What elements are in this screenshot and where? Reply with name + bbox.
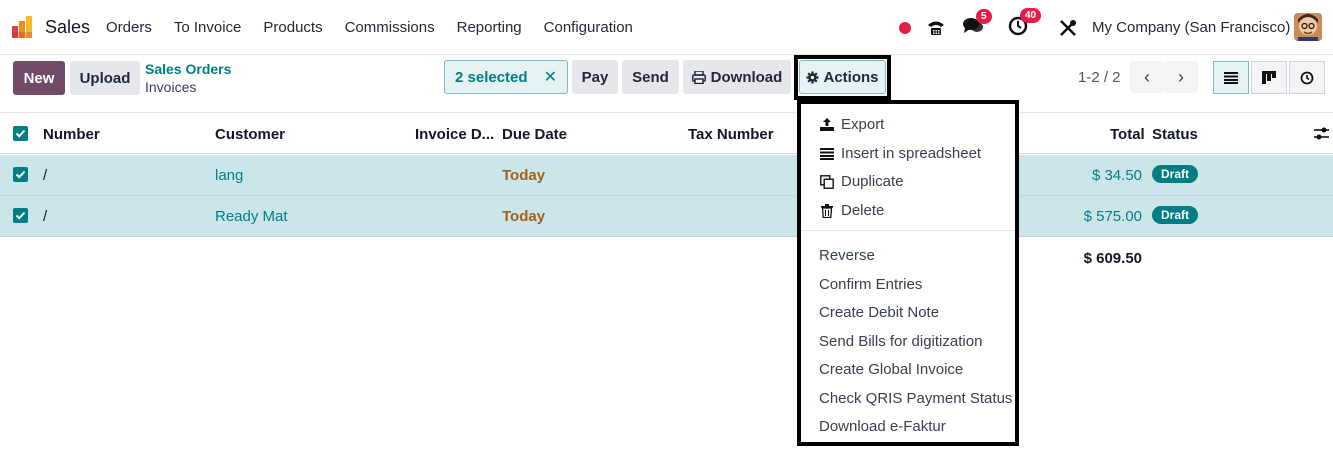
gear-icon xyxy=(806,70,820,84)
activity-badge: 40 xyxy=(1020,7,1042,23)
download-button[interactable]: Download xyxy=(683,60,791,94)
chevron-right-icon[interactable]: › xyxy=(1164,61,1198,93)
table-row[interactable]: / Ready Mat Today $ 575.00 Draft xyxy=(0,196,1333,237)
table-row[interactable]: / lang Today $ 34.50 Draft xyxy=(0,155,1333,196)
col-total[interactable]: Total xyxy=(1110,126,1145,143)
menu-configuration[interactable]: Configuration xyxy=(544,19,633,36)
menu-item-confirm-entries[interactable]: Confirm Entries xyxy=(819,276,922,293)
app-name[interactable]: Sales xyxy=(45,17,90,38)
actions-button[interactable]: Actions xyxy=(799,60,886,94)
cell-customer[interactable]: lang xyxy=(215,167,243,184)
phone-icon[interactable] xyxy=(926,0,946,55)
avatar[interactable] xyxy=(1294,13,1322,41)
status-badge: Draft xyxy=(1152,165,1199,183)
sales-logo-icon[interactable] xyxy=(12,16,36,38)
pager-value[interactable]: 1-2 / 2 xyxy=(1078,69,1121,86)
upload-icon xyxy=(819,118,835,131)
cell-number: / xyxy=(43,208,48,225)
breadcrumb-parent[interactable]: Sales Orders xyxy=(145,61,231,77)
menu-item-reverse[interactable]: Reverse xyxy=(819,247,875,264)
chat-icon[interactable]: 5 xyxy=(962,0,992,55)
activity-clock-icon[interactable]: 40 xyxy=(1008,0,1042,55)
chevron-left-icon[interactable]: ‹ xyxy=(1130,61,1164,93)
main-menu: Orders To Invoice Products Commissions R… xyxy=(106,19,655,36)
menu-item-label: Insert in spreadsheet xyxy=(841,145,982,162)
cell-total: $ 575.00 xyxy=(1083,208,1142,225)
menu-item-insert-spreadsheet[interactable]: Insert in spreadsheet xyxy=(819,145,981,162)
tools-icon[interactable] xyxy=(1059,0,1077,55)
company-switcher[interactable]: My Company (San Francisco) xyxy=(1092,19,1290,36)
copy-icon xyxy=(819,174,835,189)
row-checkbox[interactable] xyxy=(13,167,28,182)
col-tax-number[interactable]: Tax Number xyxy=(688,126,774,143)
table-header: Number Customer Invoice D... Due Date Ta… xyxy=(0,113,1333,154)
column-settings-icon[interactable] xyxy=(1314,127,1329,140)
activity-view-icon[interactable] xyxy=(1289,61,1325,94)
actions-dropdown: Export Insert in spreadsheet Duplicate D… xyxy=(797,100,1019,446)
menu-orders[interactable]: Orders xyxy=(106,19,152,36)
cell-due-date: Today xyxy=(502,208,546,225)
menu-item-label: Duplicate xyxy=(841,173,904,190)
checkbox-checked-icon xyxy=(15,170,26,179)
kanban-view-icon[interactable] xyxy=(1251,61,1287,94)
chat-badge: 5 xyxy=(976,8,992,24)
menu-reporting[interactable]: Reporting xyxy=(457,19,522,36)
menu-to-invoice[interactable]: To Invoice xyxy=(174,19,242,36)
menu-item-send-bills-digitization[interactable]: Send Bills for digitization xyxy=(819,333,982,350)
menu-commissions[interactable]: Commissions xyxy=(345,19,435,36)
printer-icon xyxy=(691,70,706,84)
menu-item-delete[interactable]: Delete xyxy=(819,202,884,219)
record-dot-icon[interactable] xyxy=(899,0,911,55)
menu-item-duplicate[interactable]: Duplicate xyxy=(819,173,904,190)
breadcrumb-current: Invoices xyxy=(145,79,197,95)
menu-item-create-debit-note[interactable]: Create Debit Note xyxy=(819,304,939,321)
checkbox-checked-icon xyxy=(15,129,26,138)
col-invoice-date[interactable]: Invoice D... xyxy=(415,126,494,143)
send-button[interactable]: Send xyxy=(622,60,679,94)
clear-selection-icon[interactable]: ✕ xyxy=(544,67,557,87)
menu-products[interactable]: Products xyxy=(263,19,322,36)
col-customer[interactable]: Customer xyxy=(215,126,285,143)
top-navbar: Sales Orders To Invoice Products Commiss… xyxy=(0,0,1333,55)
list-icon xyxy=(819,147,835,160)
upload-button[interactable]: Upload xyxy=(70,61,140,95)
menu-item-label: Delete xyxy=(841,202,885,219)
menu-divider xyxy=(801,230,1015,231)
selection-indicator[interactable]: 2 selected ✕ xyxy=(444,60,568,94)
menu-item-download-efaktur[interactable]: Download e-Faktur xyxy=(819,418,946,435)
checkbox-checked-icon xyxy=(15,211,26,220)
trash-icon xyxy=(819,203,835,218)
actions-label: Actions xyxy=(823,68,879,86)
col-status[interactable]: Status xyxy=(1152,126,1198,143)
col-due-date[interactable]: Due Date xyxy=(502,126,567,143)
menu-item-create-global-invoice[interactable]: Create Global Invoice xyxy=(819,361,963,378)
download-label: Download xyxy=(710,68,783,86)
new-button[interactable]: New xyxy=(13,61,65,95)
cell-customer[interactable]: Ready Mat xyxy=(215,208,288,225)
selected-count: 2 selected xyxy=(455,68,528,86)
list-view-icon[interactable] xyxy=(1213,61,1249,94)
col-number[interactable]: Number xyxy=(43,126,100,143)
cell-number: / xyxy=(43,167,48,184)
menu-item-export[interactable]: Export xyxy=(819,116,884,133)
menu-item-label: Export xyxy=(841,116,885,133)
cell-due-date: Today xyxy=(502,167,546,184)
cell-total: $ 34.50 xyxy=(1091,167,1142,184)
grand-total: $ 609.50 xyxy=(1083,250,1142,267)
select-all-checkbox[interactable] xyxy=(13,126,28,141)
row-checkbox[interactable] xyxy=(13,208,28,223)
menu-item-check-qris-status[interactable]: Check QRIS Payment Status xyxy=(819,390,1012,407)
pay-button[interactable]: Pay xyxy=(572,60,618,94)
status-badge: Draft xyxy=(1152,206,1199,224)
